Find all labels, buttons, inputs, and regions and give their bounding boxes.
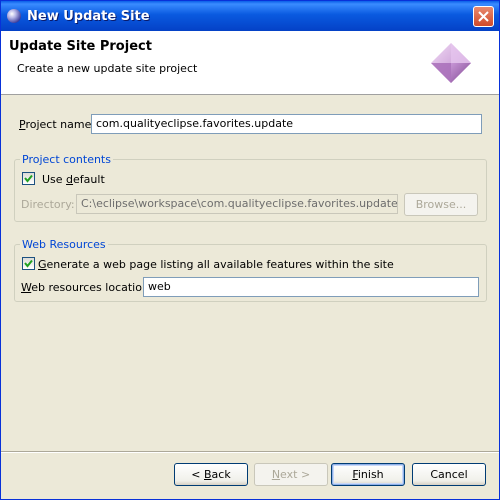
directory-label: Directory: [21,198,75,211]
eclipse-icon [7,9,21,23]
wizard-header: Update Site Project Create a new update … [1,31,499,95]
browse-button[interactable]: Browse... [404,193,478,216]
generate-web-page-label: Generate a web page listing all availabl… [38,258,394,271]
back-button[interactable]: < Back [174,463,248,486]
title-bar: New Update Site [1,1,499,31]
new-update-site-dialog: New Update Site Update Site Project Crea… [0,0,500,500]
checkmark-icon [24,259,33,268]
project-contents-title: Project contents [20,153,113,166]
checkmark-icon [24,174,33,183]
use-default-checkbox[interactable] [22,172,35,185]
button-bar-separator [1,451,499,453]
web-resources-location-label: Web resources location: [21,281,153,294]
window-title: New Update Site [27,9,150,24]
next-button[interactable]: Next > [254,463,328,486]
project-name-field[interactable]: com.qualityeclipse.favorites.update [91,114,482,134]
page-title: Update Site Project [9,39,152,54]
generate-web-page-checkbox[interactable] [22,257,35,270]
finish-button[interactable]: Finish [331,463,405,486]
page-description: Create a new update site project [17,62,198,75]
directory-field[interactable]: C:\eclipse\workspace\com.qualityeclipse.… [76,194,398,214]
use-default-label: Use default [42,173,105,186]
cancel-button[interactable]: Cancel [412,463,486,486]
close-button[interactable] [473,6,494,27]
close-icon [478,11,489,22]
web-resources-location-field[interactable]: web [143,277,479,297]
web-resources-title: Web Resources [20,238,108,251]
update-site-wizard-icon [431,43,471,83]
project-name-label: Project name: [19,118,96,131]
